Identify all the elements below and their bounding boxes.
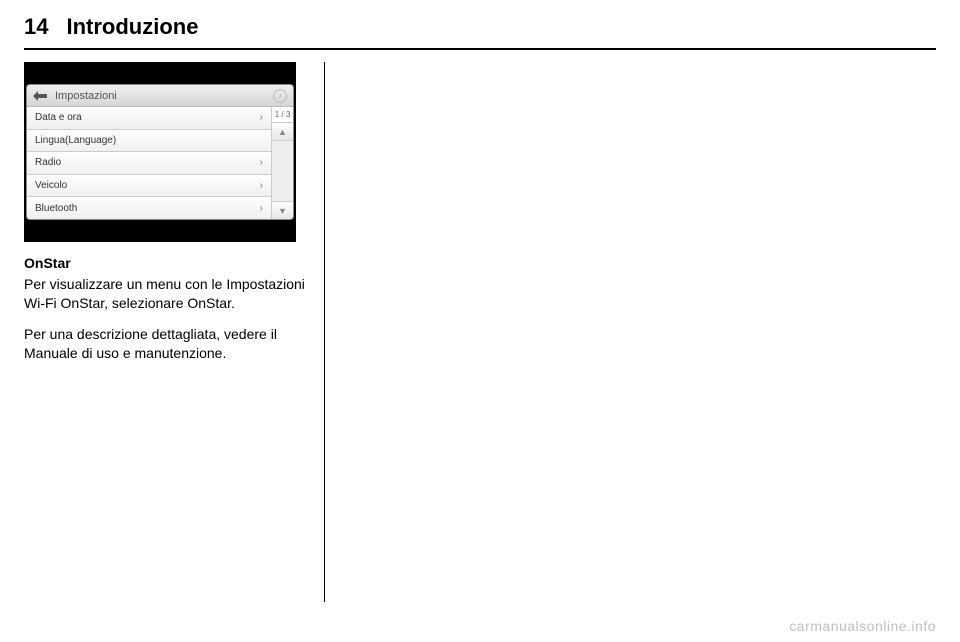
right-column [335, 62, 936, 602]
manual-page: 14 Introduzione Impostazioni ♪ [0, 0, 960, 642]
menu-item-label: Veicolo [35, 180, 67, 191]
screen-title: Impostazioni [55, 90, 273, 102]
menu-item-bluetooth[interactable]: Bluetooth › [27, 197, 271, 219]
menu-item-label: Radio [35, 157, 61, 168]
infotainment-screenshot: Impostazioni ♪ Data e ora › Lingua(Langu… [24, 62, 296, 242]
chevron-right-icon: › [260, 157, 263, 168]
content-columns: Impostazioni ♪ Data e ora › Lingua(Langu… [24, 62, 936, 602]
back-icon[interactable] [33, 91, 47, 101]
page-number: 14 [24, 14, 48, 40]
scroll-track [272, 141, 293, 201]
menu-item-label: Bluetooth [35, 203, 77, 214]
menu-item-language[interactable]: Lingua(Language) › [27, 130, 271, 153]
paragraph: Per visualizzare un menu con le Impostaz… [24, 275, 308, 313]
menu-item-vehicle[interactable]: Veicolo › [27, 175, 271, 198]
menu-item-label: Lingua(Language) [35, 135, 116, 146]
left-column: Impostazioni ♪ Data e ora › Lingua(Langu… [24, 62, 314, 602]
chevron-right-icon: › [260, 112, 263, 123]
watermark: carmanualsonline.info [789, 618, 936, 634]
chapter-title: Introduzione [66, 14, 198, 40]
page-header: 14 Introduzione [24, 10, 936, 46]
scroll-up-button[interactable]: ▲ [272, 123, 293, 141]
column-divider [324, 62, 325, 602]
scroll-down-button[interactable]: ▼ [272, 201, 293, 219]
list-page-indicator: 1 / 3 [272, 107, 293, 123]
chevron-right-icon: › [260, 180, 263, 191]
screen-body: Data e ora › Lingua(Language) › Radio › [27, 107, 293, 219]
scroll-column: 1 / 3 ▲ ▼ [271, 107, 293, 219]
settings-menu-list: Data e ora › Lingua(Language) › Radio › [27, 107, 271, 219]
header-rule [24, 48, 936, 50]
paragraph: Per una descrizione dettagliata, vedere … [24, 325, 308, 363]
section-subhead: OnStar [24, 254, 308, 273]
menu-item-date-time[interactable]: Data e ora › [27, 107, 271, 130]
music-icon[interactable]: ♪ [273, 89, 287, 103]
screen-frame: Impostazioni ♪ Data e ora › Lingua(Langu… [26, 84, 294, 220]
body-text: OnStar Per visualizzare un menu con le I… [24, 254, 308, 362]
menu-item-radio[interactable]: Radio › [27, 152, 271, 175]
chevron-right-icon: › [260, 203, 263, 214]
menu-item-label: Data e ora [35, 112, 82, 123]
screen-header-bar: Impostazioni ♪ [27, 85, 293, 107]
